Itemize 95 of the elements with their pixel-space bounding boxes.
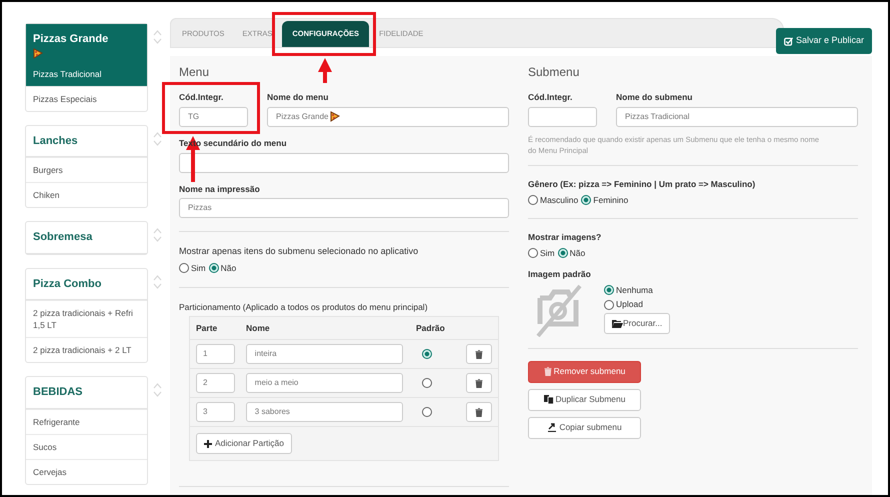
input-value: Pizzas — [188, 202, 212, 214]
column-header: Padrão — [416, 322, 446, 335]
submenu-item[interactable]: 2 pizza tradicionais + Refri 1,5 LT — [26, 300, 147, 337]
input-field[interactable]: inteira — [246, 344, 403, 364]
column-header: Parte — [196, 322, 218, 335]
column-header: Nome — [246, 322, 271, 335]
no-image-icon — [534, 284, 584, 336]
section-heading: Submenu — [528, 64, 580, 81]
field-label: Nome do menu — [267, 91, 330, 104]
trash-icon — [475, 408, 484, 417]
submenu-action-button[interactable]: Duplicar Submenu — [528, 388, 641, 410]
section-heading: Menu — [179, 64, 210, 81]
input-value: Pizzas Grande — [276, 110, 328, 123]
sort-icon — [153, 382, 162, 398]
input-value: Pizzas Tradicional — [625, 110, 690, 123]
radio-button[interactable] — [558, 248, 568, 258]
submenu-action-button[interactable]: Copiar submenu — [528, 416, 641, 438]
radio-label: Não — [570, 247, 586, 260]
menu-header[interactable]: Pizzas Grande — [26, 24, 147, 66]
delete-button[interactable] — [466, 402, 492, 422]
input-value: 3 sabores — [254, 406, 290, 418]
field-label: Gênero (Ex: pizza => Feminino | Um prato => Masculino) — [528, 178, 756, 190]
input-value: inteira — [254, 348, 277, 360]
input-field[interactable]: meio a meio — [246, 373, 403, 394]
menu-header[interactable]: Pizza Combo — [26, 268, 147, 300]
radio-label: Sim — [540, 247, 555, 260]
input-value: meio a meio — [254, 377, 298, 390]
input-field[interactable]: Pizzas Tradicional — [616, 106, 858, 127]
submenu-item[interactable]: Refrigerante — [26, 408, 147, 434]
plus-icon — [204, 440, 212, 448]
sort-icon — [153, 274, 162, 290]
radio-label: Sim — [191, 262, 206, 274]
save-publish-button[interactable]: Salvar e Publicar — [776, 28, 872, 54]
field-label: Cód.Integr. — [179, 91, 224, 104]
radio-label: Feminino — [593, 194, 628, 206]
sort-icon — [153, 227, 162, 243]
input-field[interactable]: 3 — [196, 402, 235, 422]
field-label: Imagem padrão — [528, 268, 592, 280]
radio-label: Não — [220, 262, 236, 274]
radio-button[interactable] — [528, 194, 538, 205]
radio-label: Upload — [616, 298, 643, 311]
add-partition-button[interactable]: Adicionar Partição — [196, 433, 292, 454]
input-value: TG — [188, 110, 200, 123]
trash-icon — [544, 367, 552, 376]
input-field[interactable]: Pizzas — [179, 198, 509, 218]
submenu-action-button[interactable]: Remover submenu — [528, 360, 641, 382]
input-value: 3 — [203, 406, 208, 418]
input-field[interactable]: 2 — [196, 373, 235, 394]
radio-button[interactable] — [422, 349, 432, 360]
submenu-item[interactable]: 2 pizza tradicionais + 2 LT — [26, 337, 147, 362]
field-label: Mostrar apenas itens do submenu selecionado no aplicativo — [179, 245, 420, 258]
field-label: Cód.Integr. — [528, 91, 574, 104]
menu-header[interactable]: Sobremesa — [26, 222, 147, 254]
input-value: 2 — [203, 377, 208, 390]
trash-icon — [475, 378, 484, 388]
menu-header[interactable]: BEBIDAS — [26, 377, 147, 408]
radio-button[interactable] — [528, 248, 538, 258]
input-field[interactable]: Pizzas Grande — [267, 106, 509, 127]
submenu-item[interactable]: Sucos — [26, 434, 147, 458]
browse-button[interactable]: Procurar... — [604, 313, 670, 334]
submenu-item[interactable]: Pizzas Tradicional — [26, 66, 147, 86]
field-label: Nome do submenu — [616, 91, 694, 104]
submenu-item[interactable]: Cervejas — [26, 458, 147, 484]
trash-icon — [475, 350, 484, 359]
radio-button[interactable] — [179, 263, 189, 274]
radio-button[interactable] — [604, 284, 614, 295]
input-field[interactable] — [179, 152, 509, 172]
check-square-icon — [784, 36, 793, 46]
submenu-item[interactable]: Pizzas Especiais — [26, 86, 147, 110]
field-label: Nome na impressão — [179, 182, 260, 196]
input-field[interactable]: TG — [179, 106, 248, 127]
radio-button[interactable] — [422, 378, 432, 388]
radio-label: Masculino — [540, 194, 578, 206]
field-label: Particionamento (Aplicado a todos os produtos do menu principal) — [179, 300, 429, 314]
input-field[interactable]: 1 — [196, 344, 235, 364]
menu-header[interactable]: Lanches — [26, 126, 147, 157]
field-label: Mostrar imagens? — [528, 231, 602, 244]
delete-button[interactable] — [466, 344, 492, 364]
submenu-item[interactable]: Chiken — [26, 182, 147, 207]
radio-button[interactable] — [604, 300, 614, 310]
annotation-arrow — [318, 58, 332, 83]
folder-icon — [612, 320, 623, 328]
submenu-item[interactable]: Burgers — [26, 157, 147, 182]
sort-icon — [153, 130, 162, 146]
input-field[interactable]: 3 sabores — [246, 402, 403, 422]
radio-button[interactable] — [581, 194, 592, 205]
sort-icon — [153, 29, 162, 45]
input-field[interactable] — [528, 106, 597, 127]
input-value: 1 — [203, 348, 208, 360]
delete-button[interactable] — [466, 373, 492, 394]
radio-button[interactable] — [422, 407, 432, 418]
radio-button[interactable] — [208, 263, 219, 274]
radio-label: Nenhuma — [616, 284, 653, 296]
export-icon — [547, 423, 558, 432]
documents-icon — [544, 395, 554, 404]
